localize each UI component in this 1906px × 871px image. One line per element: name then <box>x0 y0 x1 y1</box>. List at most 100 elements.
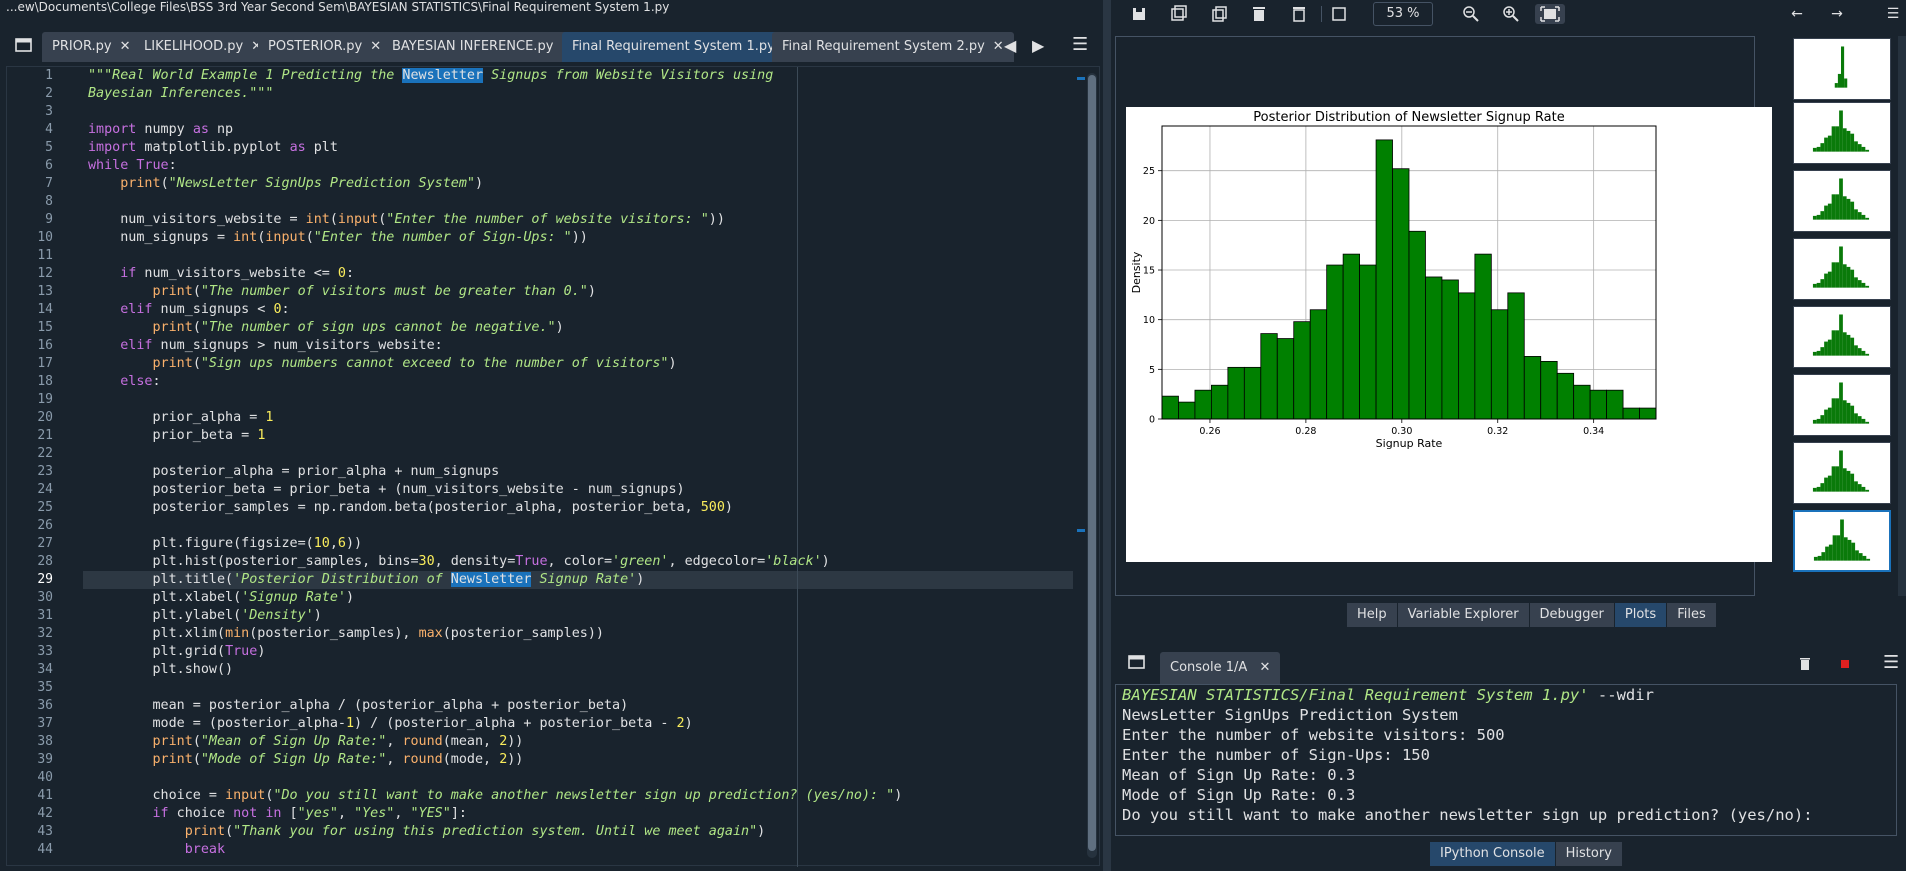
remove-plot-icon[interactable] <box>1249 4 1269 24</box>
code-line[interactable]: print("The number of sign ups cannot be … <box>88 319 564 337</box>
code-line[interactable]: print("Thank you for using this predicti… <box>88 823 765 841</box>
pane-tab-files[interactable]: Files <box>1667 603 1717 627</box>
code-line[interactable]: print("The number of visitors must be gr… <box>88 283 596 301</box>
code-line[interactable]: mean = posterior_alpha / (posterior_alph… <box>88 697 628 715</box>
tab-scroll-right-icon[interactable]: ▶ <box>1032 36 1048 56</box>
code-line[interactable]: print("NewsLetter SignUps Prediction Sys… <box>88 175 483 193</box>
code-line[interactable]: num_visitors_website = int(input("Enter … <box>88 211 725 229</box>
code-line[interactable]: if choice not in ["yes", "Yes", "YES"]: <box>88 805 467 823</box>
line-number: 20 <box>37 410 53 425</box>
code-line[interactable]: break <box>88 841 225 859</box>
tab-scroll-left-icon[interactable]: ◀ <box>1004 36 1020 56</box>
close-icon[interactable]: ✕ <box>1259 660 1270 675</box>
code-line[interactable]: import matplotlib.pyplot as plt <box>88 139 338 157</box>
code-line[interactable]: plt.ylabel('Density') <box>88 607 321 625</box>
editor-tab[interactable]: LIKELIHOOD.py ✕ <box>134 32 273 62</box>
thumbnail-graphic <box>1812 450 1870 492</box>
pane-tab-debugger[interactable]: Debugger <box>1529 603 1615 627</box>
editor-scrollbar[interactable] <box>1087 73 1097 858</box>
code-line[interactable]: mode = (posterior_alpha-1) / (posterior_… <box>88 715 692 733</box>
plot-thumbnail[interactable] <box>1793 102 1891 164</box>
editor-tab[interactable]: Final Requirement System 2.py ✕ <box>772 32 1014 62</box>
code-line[interactable]: print("Sign ups numbers cannot exceed to… <box>88 355 677 373</box>
code-line[interactable]: prior_alpha = 1 <box>88 409 273 427</box>
console-stop-icon[interactable] <box>1837 656 1853 672</box>
code-token: round <box>402 734 443 749</box>
code-line[interactable]: num_signups = int(input("Enter the numbe… <box>88 229 588 247</box>
code-line[interactable]: prior_beta = 1 <box>88 427 265 445</box>
line-number: 38 <box>37 734 53 749</box>
plot-thumbnail[interactable] <box>1793 238 1891 300</box>
code-line[interactable]: print("Mode of Sign Up Rate:", round(mod… <box>88 751 524 769</box>
code-editor[interactable]: 1 2 3 4 5 6 7 8 9 10 11 12 13 14 15 16 17 18 19 20 21 22 23 24 2… <box>6 66 1100 867</box>
code-line[interactable]: plt.xlabel('Signup Rate') <box>88 589 354 607</box>
previous-plot-icon[interactable] <box>1329 4 1349 24</box>
code-line[interactable]: posterior_beta = prior_beta + (num_visit… <box>88 481 684 499</box>
code-token: print <box>152 284 193 299</box>
remove-all-plots-icon[interactable] <box>1289 4 1309 24</box>
close-icon[interactable]: ✕ <box>993 39 1004 54</box>
plots-menu-icon[interactable]: ☰ <box>1883 4 1903 24</box>
plot-thumbnail[interactable] <box>1793 510 1891 572</box>
editor-tab[interactable]: BAYESIAN INFERENCE.py✕ <box>382 32 583 62</box>
pane-tab-variable-explorer[interactable]: Variable Explorer <box>1397 603 1530 627</box>
console-pane-options-icon[interactable] <box>1127 654 1147 670</box>
plot-thumbnail[interactable] <box>1793 374 1891 436</box>
code-line[interactable]: Bayesian Inferences.""" <box>88 85 273 103</box>
close-icon[interactable]: ✕ <box>370 39 381 54</box>
plot-thumbnail[interactable] <box>1793 38 1891 100</box>
code-line[interactable]: plt.figure(figsize=(10,6)) <box>88 535 362 553</box>
editor-tab[interactable]: PRIOR.py ✕ <box>42 32 141 62</box>
code-line[interactable]: plt.title('Posterior Distribution of New… <box>88 571 644 589</box>
close-icon[interactable]: ✕ <box>120 39 131 54</box>
code-line[interactable]: """Real World Example 1 Predicting the N… <box>88 67 773 85</box>
pane-tab-plots[interactable]: Plots <box>1614 603 1668 627</box>
save-plot-icon[interactable] <box>1129 4 1149 24</box>
line-number: 17 <box>37 356 53 371</box>
pane-tab-history[interactable]: History <box>1555 842 1623 866</box>
copy-plot-icon[interactable] <box>1209 4 1229 24</box>
fit-plot-icon[interactable] <box>1535 4 1565 24</box>
code-line[interactable]: posterior_alpha = prior_alpha + num_sign… <box>88 463 499 481</box>
code-token: Signups from Website Visitors using <box>483 68 774 83</box>
save-all-plots-icon[interactable] <box>1169 4 1189 24</box>
code-line[interactable]: elif num_signups < 0: <box>88 301 289 319</box>
next-plot-arrow-icon[interactable]: → <box>1827 4 1847 24</box>
code-line[interactable]: plt.show() <box>88 661 233 679</box>
pane-splitter[interactable] <box>1103 0 1111 871</box>
code-line[interactable]: plt.xlim(min(posterior_samples), max(pos… <box>88 625 604 643</box>
zoom-in-icon[interactable] <box>1501 4 1521 24</box>
code-line[interactable]: import numpy as np <box>88 121 233 139</box>
code-token: prior_alpha = <box>88 410 266 425</box>
console-tab[interactable]: Console 1/A ✕ <box>1160 652 1281 684</box>
editor-tab[interactable]: POSTERIOR.py ✕ <box>258 32 392 62</box>
code-line[interactable]: while True: <box>88 157 177 175</box>
pane-tab-ipython-console[interactable]: IPython Console <box>1430 842 1556 866</box>
pane-tab-help[interactable]: Help <box>1347 603 1398 627</box>
console-menu-icon[interactable]: ☰ <box>1883 652 1899 673</box>
editor-scrollbar-thumb[interactable] <box>1088 75 1096 851</box>
code-token: mean = posterior_alpha / (posterior_alph… <box>88 698 629 713</box>
console-clear-icon[interactable] <box>1797 656 1813 672</box>
zoom-out-icon[interactable] <box>1461 4 1481 24</box>
plot-thumbnail[interactable] <box>1793 170 1891 232</box>
thumbnail-scrollbar[interactable] <box>1898 36 1906 596</box>
plot-thumbnail[interactable] <box>1793 306 1891 368</box>
ipython-console[interactable]: BAYESIAN STATISTICS/Final Requirement Sy… <box>1115 684 1897 836</box>
code-line[interactable]: print("Mean of Sign Up Rate:", round(mea… <box>88 733 524 751</box>
code-line[interactable]: plt.grid(True) <box>88 643 265 661</box>
code-line[interactable]: posterior_samples = np.random.beta(poste… <box>88 499 732 517</box>
plot-thumbnail[interactable] <box>1793 442 1891 504</box>
zoom-level-field[interactable]: 53 % <box>1373 2 1433 26</box>
editor-menu-icon[interactable]: ☰ <box>1072 34 1088 55</box>
code-line[interactable]: else: <box>88 373 160 391</box>
code-line[interactable]: elif num_signups > num_visitors_website: <box>88 337 442 355</box>
editor-tab[interactable]: Final Requirement System 1.py✕ <box>562 32 804 62</box>
previous-plot-arrow-icon[interactable]: ← <box>1787 4 1807 24</box>
line-number: 5 <box>45 140 53 155</box>
code-area[interactable]: """Real World Example 1 Predicting the N… <box>83 67 1073 867</box>
pane-options-icon[interactable] <box>14 37 34 53</box>
code-line[interactable]: if num_visitors_website <= 0: <box>88 265 354 283</box>
code-line[interactable]: choice = input("Do you still want to mak… <box>88 787 902 805</box>
code-line[interactable]: plt.hist(posterior_samples, bins=30, den… <box>88 553 829 571</box>
